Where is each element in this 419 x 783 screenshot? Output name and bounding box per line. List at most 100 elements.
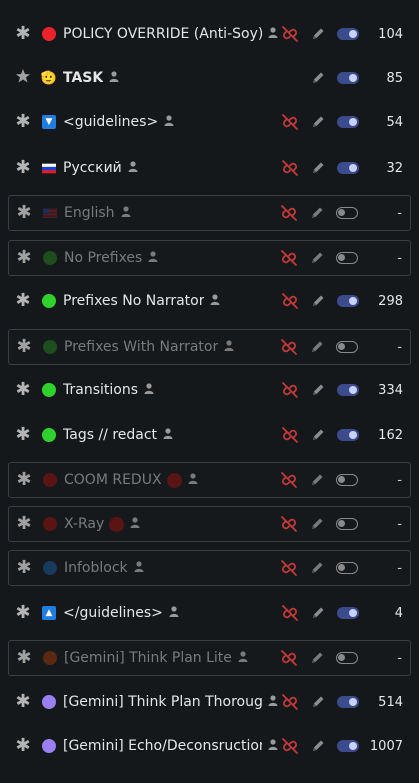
enable-toggle[interactable] (336, 207, 358, 219)
unlink-icon[interactable] (279, 292, 301, 310)
list-item[interactable]: ✱ ▼ <guidelines> 54 (8, 104, 411, 140)
asterisk-icon[interactable]: ✱ (14, 381, 32, 399)
item-name: Prefixes No Narrator (63, 293, 220, 309)
pencil-icon[interactable] (307, 71, 329, 85)
list-item[interactable]: ✱ COOM REDUX - (8, 462, 411, 498)
list-item[interactable]: ✱ English - (8, 195, 411, 231)
asterisk-icon[interactable]: ✱ (14, 693, 32, 711)
list-item[interactable]: ✱ [Gemini] Think Plan Thorough 514 (8, 684, 411, 720)
list-item[interactable]: ✱ [Gemini] Echo/Deconsruction 1007 (8, 728, 411, 764)
unlink-icon[interactable] (278, 204, 300, 222)
token-count: - (397, 472, 402, 488)
pencil-icon[interactable] (307, 27, 329, 41)
pencil-icon[interactable] (307, 695, 329, 709)
us-flag-icon (43, 206, 57, 220)
list-item[interactable]: ✱ [Gemini] Think Plan Lite - (8, 640, 411, 676)
item-label: English (64, 205, 115, 221)
enable-toggle[interactable] (336, 341, 358, 353)
unlink-icon[interactable] (278, 249, 300, 267)
asterisk-icon[interactable]: ✱ (15, 204, 33, 222)
asterisk-icon[interactable]: ✱ (15, 515, 33, 533)
person-icon (268, 26, 278, 42)
person-icon (144, 382, 154, 398)
unlink-icon[interactable] (278, 338, 300, 356)
unlink-icon[interactable] (279, 737, 301, 755)
list-item[interactable]: ✱ Prefixes No Narrator 298 (8, 283, 411, 319)
list-item[interactable]: ✱ Tags // redact 162 (8, 417, 411, 453)
pencil-icon[interactable] (306, 251, 328, 265)
unlink-icon[interactable] (279, 426, 301, 444)
list-item[interactable]: ✱ X-Ray - (8, 506, 411, 542)
unlink-icon[interactable] (278, 649, 300, 667)
asterisk-icon[interactable]: ✱ (15, 471, 33, 489)
item-label: Transitions (63, 382, 138, 398)
unlink-icon[interactable] (279, 604, 301, 622)
enable-toggle[interactable] (337, 162, 359, 174)
enable-toggle[interactable] (336, 652, 358, 664)
item-name: Prefixes With Narrator (64, 339, 234, 355)
enable-toggle[interactable] (336, 518, 358, 530)
list-item[interactable]: ✱ Transitions 334 (8, 372, 411, 408)
enable-toggle[interactable] (337, 696, 359, 708)
pencil-icon[interactable] (306, 651, 328, 665)
list-item[interactable]: 🫡 TASK 85 (8, 60, 411, 96)
asterisk-icon[interactable]: ✱ (14, 113, 32, 131)
unlink-icon[interactable] (279, 113, 301, 131)
star-icon[interactable] (14, 68, 32, 88)
pencil-icon[interactable] (306, 517, 328, 531)
asterisk-icon[interactable]: ✱ (15, 338, 33, 356)
asterisk-icon[interactable]: ✱ (14, 604, 32, 622)
enable-toggle[interactable] (337, 72, 359, 84)
pencil-icon[interactable] (306, 473, 328, 487)
enable-toggle[interactable] (337, 116, 359, 128)
list-item[interactable]: ✱ Infoblock - (8, 550, 411, 586)
asterisk-icon[interactable]: ✱ (14, 426, 32, 444)
item-label: Infoblock (64, 560, 128, 576)
pencil-icon[interactable] (307, 161, 329, 175)
unlink-icon[interactable] (279, 25, 301, 43)
unlink-icon[interactable] (279, 381, 301, 399)
pencil-icon[interactable] (306, 340, 328, 354)
pencil-icon[interactable] (307, 383, 329, 397)
list-item[interactable]: ✱ Prefixes With Narrator - (8, 329, 411, 365)
item-name: [Gemini] Think Plan Thorough (63, 694, 278, 710)
unlink-icon[interactable] (279, 693, 301, 711)
item-name: Русский (63, 160, 138, 176)
pencil-icon[interactable] (307, 606, 329, 620)
list-item[interactable]: ✱ Русский 32 (8, 150, 411, 186)
pencil-icon[interactable] (307, 739, 329, 753)
unlink-icon[interactable] (279, 159, 301, 177)
unlink-icon[interactable] (278, 559, 300, 577)
enable-toggle[interactable] (337, 740, 359, 752)
asterisk-icon[interactable]: ✱ (14, 159, 32, 177)
item-label: [Gemini] Think Plan Lite (64, 650, 232, 666)
enable-toggle[interactable] (336, 474, 358, 486)
pencil-icon[interactable] (307, 428, 329, 442)
enable-toggle[interactable] (337, 607, 359, 619)
item-label: TASK (63, 70, 104, 86)
enable-toggle[interactable] (336, 562, 358, 574)
list-item[interactable]: ✱ ▲ </guidelines> 4 (8, 595, 411, 631)
enable-toggle[interactable] (337, 384, 359, 396)
salute-emoji-icon: 🫡 (40, 70, 58, 86)
enable-toggle[interactable] (337, 28, 359, 40)
token-count: 104 (378, 26, 403, 42)
pencil-icon[interactable] (306, 561, 328, 575)
asterisk-icon[interactable]: ✱ (15, 559, 33, 577)
enable-toggle[interactable] (337, 295, 359, 307)
asterisk-icon[interactable]: ✱ (14, 737, 32, 755)
pencil-icon[interactable] (307, 115, 329, 129)
enable-toggle[interactable] (337, 429, 359, 441)
purple-dot-icon (42, 695, 56, 709)
pencil-icon[interactable] (307, 294, 329, 308)
list-item[interactable]: ✱ No Prefixes - (8, 240, 411, 276)
unlink-icon[interactable] (278, 515, 300, 533)
asterisk-icon[interactable]: ✱ (15, 649, 33, 667)
list-item[interactable]: ✱ POLICY OVERRIDE (Anti-Soy) 104 (8, 16, 411, 52)
asterisk-icon[interactable]: ✱ (15, 249, 33, 267)
enable-toggle[interactable] (336, 252, 358, 264)
unlink-icon[interactable] (278, 471, 300, 489)
asterisk-icon[interactable]: ✱ (14, 292, 32, 310)
asterisk-icon[interactable]: ✱ (14, 25, 32, 43)
pencil-icon[interactable] (306, 206, 328, 220)
